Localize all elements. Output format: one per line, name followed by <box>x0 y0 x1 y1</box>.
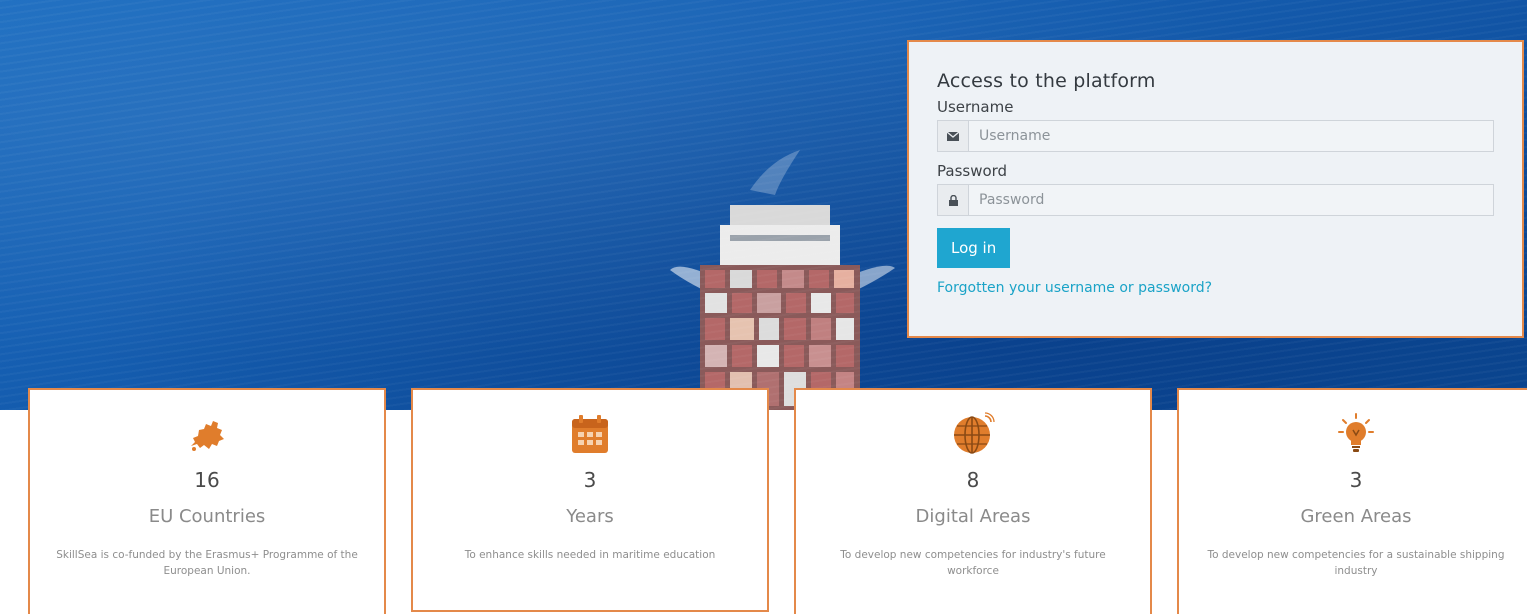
stat-number: 3 <box>583 468 597 492</box>
stat-title: EU Countries <box>148 506 266 527</box>
stat-title: Years <box>566 506 614 527</box>
stat-card-green-areas: 3 Green Areas To develop new competencie… <box>1177 388 1527 614</box>
stat-number: 16 <box>194 468 220 492</box>
stat-description: To enhance skills needed in maritime edu… <box>464 549 716 561</box>
lightbulb-icon <box>1338 413 1374 452</box>
stat-number: 3 <box>1349 468 1363 492</box>
username-label: Username <box>937 98 1014 116</box>
username-group <box>937 120 1494 152</box>
container-ship-image <box>670 150 895 410</box>
stat-title: Green Areas <box>1300 506 1412 527</box>
stat-number: 8 <box>966 468 980 492</box>
stat-card-digital-areas: 8 Digital Areas To develop new competenc… <box>794 388 1152 614</box>
envelope-icon <box>938 121 969 151</box>
stat-description: To develop new competencies for industry… <box>840 549 1106 578</box>
stat-description: To develop new competencies for a sustai… <box>1207 549 1505 578</box>
login-button[interactable]: Log in <box>937 228 1011 268</box>
password-group <box>937 184 1494 216</box>
europe-map-icon <box>191 421 224 451</box>
globe-icon <box>954 412 995 454</box>
stat-title: Digital Areas <box>915 506 1031 527</box>
login-title: Access to the platform <box>937 70 1156 92</box>
login-panel: Access to the platform Username Password… <box>907 40 1524 338</box>
stat-card-eu-countries: 16 EU Countries SkillSea is co-funded by… <box>28 388 386 614</box>
stat-card-years: 3 Years To enhance skills needed in mari… <box>411 388 769 612</box>
forgot-password-link[interactable]: Forgotten your username or password? <box>937 280 1494 296</box>
stat-description: SkillSea is co-funded by the Erasmus+ Pr… <box>56 549 358 578</box>
password-input[interactable] <box>969 185 1493 215</box>
calendar-icon <box>572 415 608 453</box>
username-input[interactable] <box>969 121 1493 151</box>
lock-icon <box>938 185 969 215</box>
password-label: Password <box>937 162 1008 180</box>
